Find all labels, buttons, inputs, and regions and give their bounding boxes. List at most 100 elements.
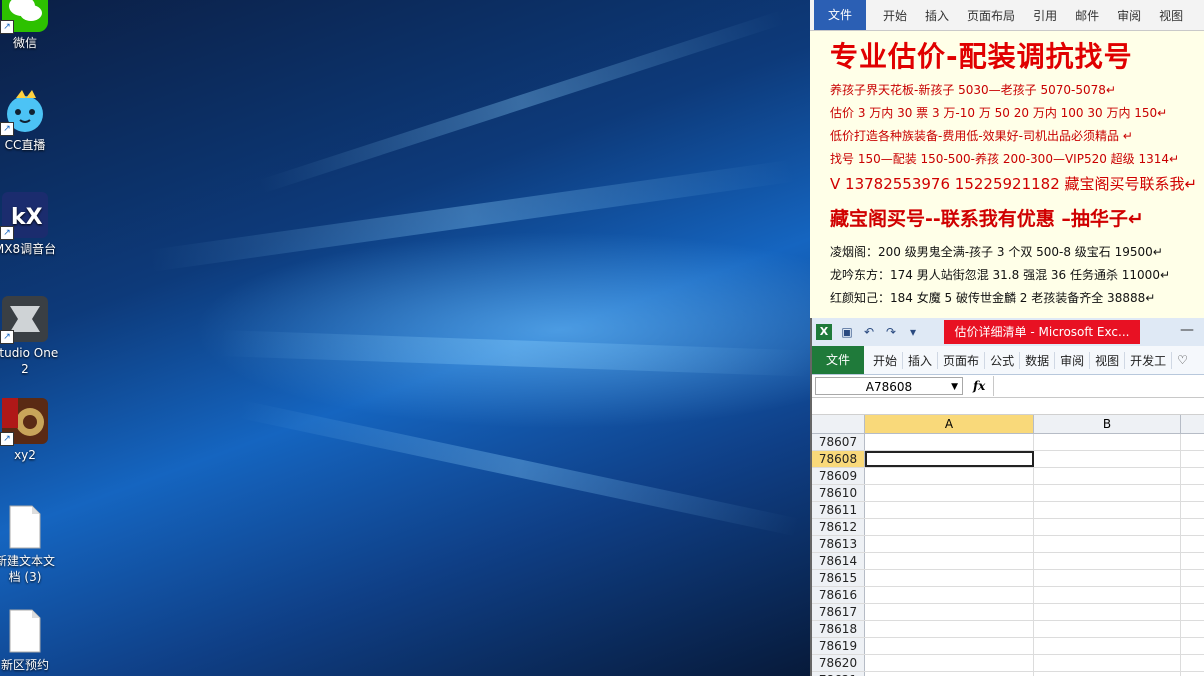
cell-b[interactable] [1034,553,1181,569]
table-row[interactable]: 78616 [812,587,1204,604]
formula-input[interactable] [993,376,1204,396]
cell-a[interactable] [865,485,1034,501]
word-tab-layout[interactable]: 页面布局 [958,7,1024,24]
word-document-body[interactable]: 专业估价-配装调抗找号 养孩子界天花板-新孩子 5030—老孩子 5070-50… [810,31,1204,310]
word-tab-mailings[interactable]: 邮件 [1066,7,1108,24]
excel-tab-home[interactable]: 开始 [868,351,904,369]
cell-c[interactable] [1181,587,1204,603]
column-header-a[interactable]: A [865,415,1034,433]
excel-tab-formulas[interactable]: 公式 [985,351,1021,369]
cell-b[interactable] [1034,570,1181,586]
cell-a[interactable] [865,553,1034,569]
cell-b[interactable] [1034,502,1181,518]
save-icon[interactable]: ▣ [840,325,854,339]
column-header-c[interactable] [1181,415,1204,433]
table-row[interactable]: 78612 [812,519,1204,536]
row-header[interactable]: 78608 [812,451,865,467]
table-row[interactable]: 78618 [812,621,1204,638]
table-row[interactable]: 78619 [812,638,1204,655]
row-header[interactable]: 78621 [812,672,865,676]
cell-c[interactable] [1181,485,1204,501]
row-header[interactable]: 78619 [812,638,865,654]
cell-a[interactable] [865,536,1034,552]
table-row[interactable]: 78607 [812,434,1204,451]
table-row[interactable]: 78611 [812,502,1204,519]
cell-a[interactable] [865,672,1034,676]
row-header[interactable]: 78617 [812,604,865,620]
cell-a[interactable] [865,451,1034,467]
cell-b[interactable] [1034,655,1181,671]
table-row[interactable]: 78615 [812,570,1204,587]
row-header[interactable]: 78615 [812,570,865,586]
row-header[interactable]: 78620 [812,655,865,671]
cell-a[interactable] [865,434,1034,450]
row-header[interactable]: 78610 [812,485,865,501]
cell-c[interactable] [1181,451,1204,467]
excel-tab-developer[interactable]: 开发工 [1125,351,1173,369]
cell-c[interactable] [1181,570,1204,586]
cell-c[interactable] [1181,519,1204,535]
excel-file-tab[interactable]: 文件 [812,346,865,374]
cell-a[interactable] [865,655,1034,671]
cell-b[interactable] [1034,621,1181,637]
cell-b[interactable] [1034,672,1181,676]
desktop-icon-text-document[interactable]: 新建文本文档 (3) [0,504,60,585]
cell-b[interactable] [1034,638,1181,654]
row-header[interactable]: 78613 [812,536,865,552]
desktop-icon-xy2[interactable]: ↗ xy2 [0,398,60,463]
excel-tab-view[interactable]: 视图 [1090,351,1126,369]
table-row[interactable]: 78621 [812,672,1204,676]
word-tab-review[interactable]: 审阅 [1108,7,1150,24]
cell-b[interactable] [1034,536,1181,552]
cell-a[interactable] [865,502,1034,518]
row-header[interactable]: 78611 [812,502,865,518]
cell-c[interactable] [1181,621,1204,637]
desktop-icon-mixer[interactable]: kX ↗ MX8调音台 [0,192,60,257]
cell-c[interactable] [1181,655,1204,671]
row-header[interactable]: 78612 [812,519,865,535]
word-file-tab[interactable]: 文件 [814,0,867,30]
cell-b[interactable] [1034,434,1181,450]
table-row[interactable]: 78614 [812,553,1204,570]
quick-access-dropdown-icon[interactable]: ▾ [906,325,920,339]
cell-c[interactable] [1181,434,1204,450]
undo-icon[interactable]: ↶ [862,325,876,339]
cell-b[interactable] [1034,468,1181,484]
row-header[interactable]: 78607 [812,434,865,450]
cell-b[interactable] [1034,587,1181,603]
cell-a[interactable] [865,519,1034,535]
table-row[interactable]: 78609 [812,468,1204,485]
table-row[interactable]: 78617 [812,604,1204,621]
cell-c[interactable] [1181,468,1204,484]
redo-icon[interactable]: ↷ [884,325,898,339]
cell-b[interactable] [1034,604,1181,620]
cell-a[interactable] [865,587,1034,603]
desktop-icon-cc-live[interactable]: ↗ CC直播 [0,88,60,153]
cell-a[interactable] [865,604,1034,620]
desktop-icon-studio-one[interactable]: ↗ Studio One 2 [0,296,60,377]
cell-b[interactable] [1034,519,1181,535]
row-header[interactable]: 78609 [812,468,865,484]
row-header[interactable]: 78618 [812,621,865,637]
cell-c[interactable] [1181,553,1204,569]
table-row[interactable]: 78620 [812,655,1204,672]
excel-tab-data[interactable]: 数据 [1020,351,1056,369]
row-header[interactable]: 78616 [812,587,865,603]
word-tab-home[interactable]: 开始 [874,7,916,24]
cell-c[interactable] [1181,604,1204,620]
name-box[interactable]: A78608 ▼ [815,377,963,395]
cell-c[interactable] [1181,502,1204,518]
ribbon-expand-icon[interactable]: ♡ [1172,353,1193,367]
word-tab-references[interactable]: 引用 [1024,7,1066,24]
cell-b[interactable] [1034,451,1181,467]
table-row[interactable]: 78608 [812,451,1204,468]
select-all-corner[interactable] [812,415,865,433]
cell-c[interactable] [1181,638,1204,654]
desktop-icon-wechat[interactable]: ↗ 微信 [0,0,60,51]
excel-tab-insert[interactable]: 插入 [903,351,939,369]
table-row[interactable]: 78613 [812,536,1204,553]
word-tab-insert[interactable]: 插入 [916,7,958,24]
desktop-icon-new-server[interactable]: 新区预约 [0,608,60,673]
table-row[interactable]: 78610 [812,485,1204,502]
cell-a[interactable] [865,468,1034,484]
